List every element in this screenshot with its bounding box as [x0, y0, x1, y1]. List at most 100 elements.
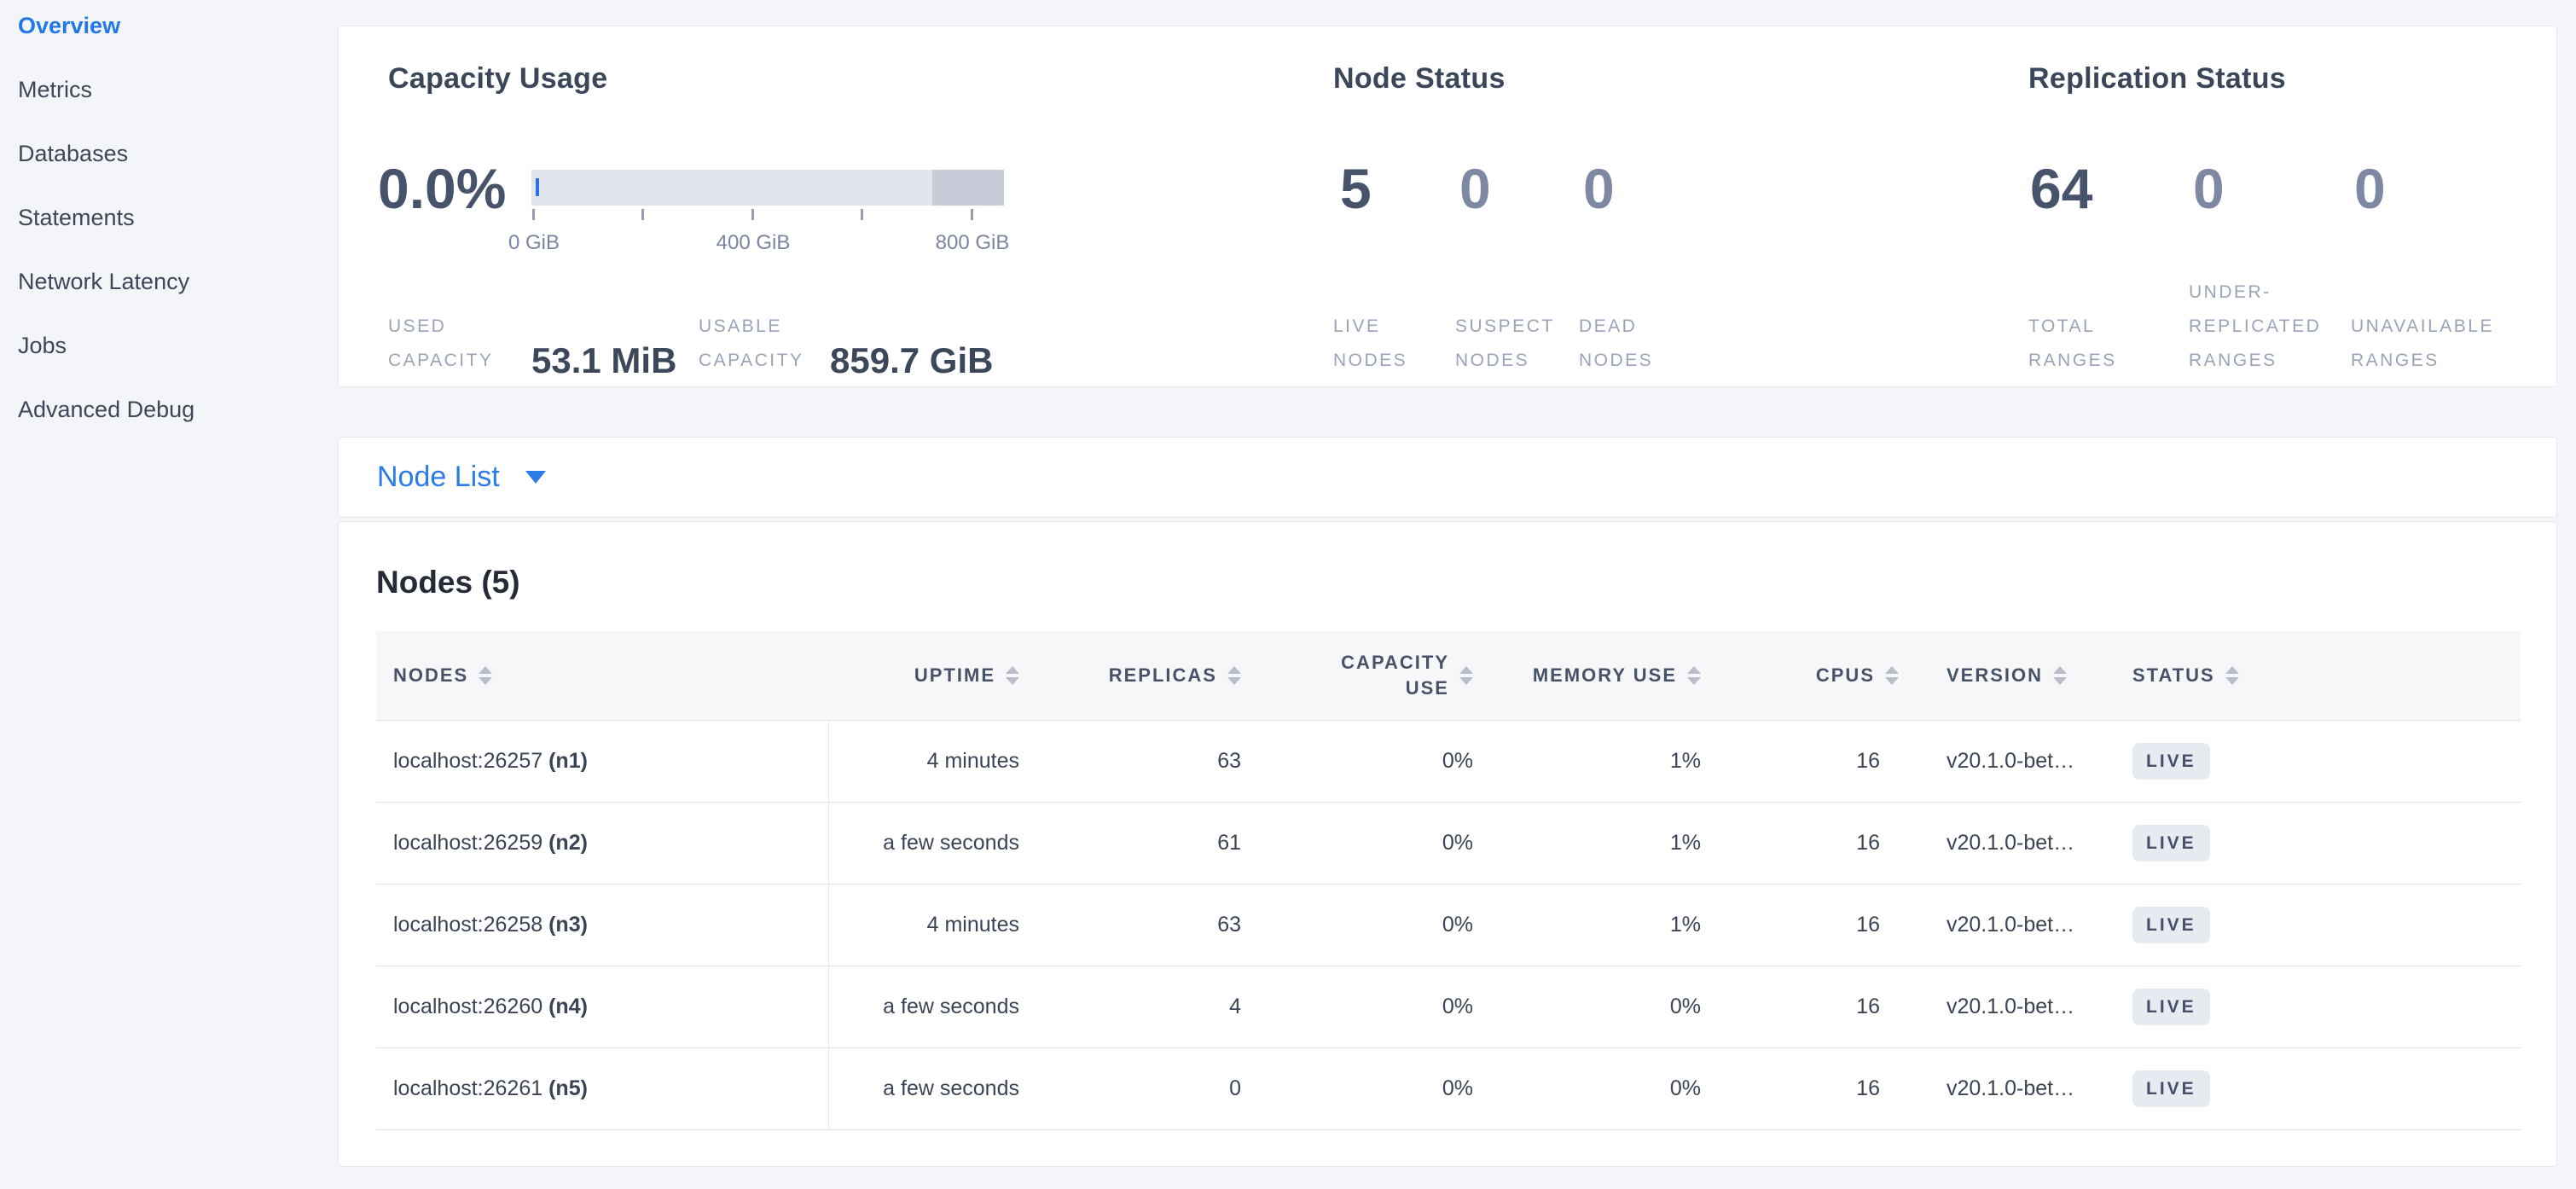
- node-list-selector-card: Node List: [338, 437, 2557, 518]
- version-cell: v20.1.0-bet…: [1929, 966, 2115, 1047]
- replicas-cell: 63: [1036, 720, 1258, 802]
- sidebar: Overview Metrics Databases Statements Ne…: [0, 0, 338, 1189]
- axis-tick: [971, 209, 973, 220]
- usable-capacity-label: USABLE CAPACITY: [699, 310, 804, 378]
- dead-nodes-label: DEAD NODES: [1579, 310, 1653, 378]
- node-name-cell[interactable]: localhost:26258 (n3): [376, 884, 828, 966]
- status-badge: LIVE: [2132, 989, 2210, 1025]
- table-row: localhost:26259 (n2) a few seconds 61 0%…: [376, 802, 2521, 884]
- sidebar-item-overview[interactable]: Overview: [0, 10, 338, 74]
- capacity-usage-title: Capacity Usage: [388, 62, 607, 96]
- memory-use-cell: 1%: [1490, 720, 1718, 802]
- capacity-gauge-reserved-segment: [932, 170, 1004, 206]
- sidebar-item-advanced-debug[interactable]: Advanced Debug: [0, 394, 338, 458]
- status-cell: LIVE: [2115, 720, 2521, 802]
- capacity-gauge-used-bar: [536, 178, 539, 196]
- sidebar-item-statements[interactable]: Statements: [0, 202, 338, 266]
- memory-use-cell: 1%: [1490, 802, 1718, 884]
- status-cell: LIVE: [2115, 1047, 2521, 1129]
- table-row: localhost:26261 (n5) a few seconds 0 0% …: [376, 1047, 2521, 1129]
- version-cell: v20.1.0-bet…: [1929, 720, 2115, 802]
- column-header-replicas[interactable]: REPLICAS: [1036, 631, 1258, 720]
- node-name-cell[interactable]: localhost:26257 (n1): [376, 720, 828, 802]
- axis-tick: [861, 209, 863, 220]
- node-status-title: Node Status: [1333, 62, 1506, 96]
- capacity-gauge: [531, 170, 1004, 206]
- column-header-version-label: VERSION: [1947, 663, 2043, 688]
- sort-icon: [2225, 666, 2239, 685]
- column-header-version[interactable]: VERSION: [1929, 631, 2115, 720]
- column-header-cpus[interactable]: CPUS: [1718, 631, 1929, 720]
- axis-label-400: 400 GiB: [717, 231, 791, 255]
- column-header-status-label: STATUS: [2132, 663, 2215, 688]
- column-header-memory-use[interactable]: MEMORY USE: [1490, 631, 1718, 720]
- node-list-dropdown-label: Node List: [377, 461, 500, 494]
- under-replicated-ranges-label: UNDER- REPLICATED RANGES: [2189, 276, 2321, 378]
- nodes-table: NODES UPTIME REPLICAS CAPACITY USE M: [376, 631, 2521, 1130]
- node-list-dropdown[interactable]: Node List: [377, 461, 546, 494]
- table-row: localhost:26258 (n3) 4 minutes 63 0% 1% …: [376, 884, 2521, 966]
- memory-use-cell: 0%: [1490, 1047, 1718, 1129]
- column-header-uptime[interactable]: UPTIME: [828, 631, 1036, 720]
- uptime-cell: 4 minutes: [828, 884, 1036, 966]
- node-name-cell[interactable]: localhost:26259 (n2): [376, 802, 828, 884]
- uptime-cell: 4 minutes: [828, 720, 1036, 802]
- uptime-cell: a few seconds: [828, 802, 1036, 884]
- sort-icon: [479, 666, 492, 685]
- column-header-capacity-use-label: CAPACITY USE: [1341, 650, 1449, 701]
- replicas-cell: 0: [1036, 1047, 1258, 1129]
- under-replicated-ranges-count: 0: [2193, 156, 2225, 221]
- capacity-use-cell: 0%: [1258, 1047, 1490, 1129]
- cpus-cell: 16: [1718, 802, 1929, 884]
- sort-icon: [1885, 666, 1899, 685]
- replicas-cell: 63: [1036, 884, 1258, 966]
- replication-status-title: Replication Status: [2028, 62, 2286, 96]
- sidebar-item-metrics[interactable]: Metrics: [0, 74, 338, 138]
- replicas-cell: 61: [1036, 802, 1258, 884]
- cpus-cell: 16: [1718, 966, 1929, 1047]
- live-nodes-count: 5: [1340, 156, 1372, 221]
- total-ranges-count: 64: [2030, 156, 2092, 221]
- cpus-cell: 16: [1718, 884, 1929, 966]
- status-cell: LIVE: [2115, 802, 2521, 884]
- axis-tick: [532, 209, 535, 220]
- sidebar-item-databases[interactable]: Databases: [0, 138, 338, 202]
- axis-tick: [751, 209, 754, 220]
- table-row: localhost:26257 (n1) 4 minutes 63 0% 1% …: [376, 720, 2521, 802]
- replicas-cell: 4: [1036, 966, 1258, 1047]
- column-header-capacity-use[interactable]: CAPACITY USE: [1258, 631, 1490, 720]
- column-header-nodes[interactable]: NODES: [376, 631, 828, 720]
- cpus-cell: 16: [1718, 1047, 1929, 1129]
- suspect-nodes-count: 0: [1459, 156, 1491, 221]
- nodes-table-card: Nodes (5) NODES UPTIME REPLICAS: [338, 521, 2557, 1167]
- status-badge: LIVE: [2132, 743, 2210, 780]
- axis-label-0: 0 GiB: [508, 231, 560, 255]
- uptime-cell: a few seconds: [828, 966, 1036, 1047]
- axis-label-800: 800 GiB: [936, 231, 1010, 255]
- live-nodes-label: LIVE NODES: [1333, 310, 1407, 378]
- uptime-cell: a few seconds: [828, 1047, 1036, 1129]
- node-name-cell[interactable]: localhost:26260 (n4): [376, 966, 828, 1047]
- node-name-cell[interactable]: localhost:26261 (n5): [376, 1047, 828, 1129]
- sidebar-item-jobs[interactable]: Jobs: [0, 330, 338, 394]
- dead-nodes-count: 0: [1583, 156, 1615, 221]
- capacity-use-cell: 0%: [1258, 884, 1490, 966]
- usable-capacity-value: 859.7 GiB: [830, 340, 993, 381]
- memory-use-cell: 1%: [1490, 884, 1718, 966]
- status-cell: LIVE: [2115, 884, 2521, 966]
- column-header-replicas-label: REPLICAS: [1109, 663, 1217, 688]
- sort-icon: [1006, 666, 1019, 685]
- table-row: localhost:26260 (n4) a few seconds 4 0% …: [376, 966, 2521, 1047]
- capacity-use-cell: 0%: [1258, 802, 1490, 884]
- status-badge: LIVE: [2132, 1070, 2210, 1107]
- status-badge: LIVE: [2132, 907, 2210, 943]
- column-header-status[interactable]: STATUS: [2115, 631, 2521, 720]
- column-header-memory-use-label: MEMORY USE: [1533, 663, 1677, 688]
- column-header-nodes-label: NODES: [393, 663, 468, 688]
- version-cell: v20.1.0-bet…: [1929, 1047, 2115, 1129]
- memory-use-cell: 0%: [1490, 966, 1718, 1047]
- sidebar-item-network-latency[interactable]: Network Latency: [0, 266, 338, 330]
- nodes-table-title: Nodes (5): [376, 565, 520, 600]
- suspect-nodes-label: SUSPECT NODES: [1455, 310, 1555, 378]
- chevron-down-icon: [525, 471, 546, 484]
